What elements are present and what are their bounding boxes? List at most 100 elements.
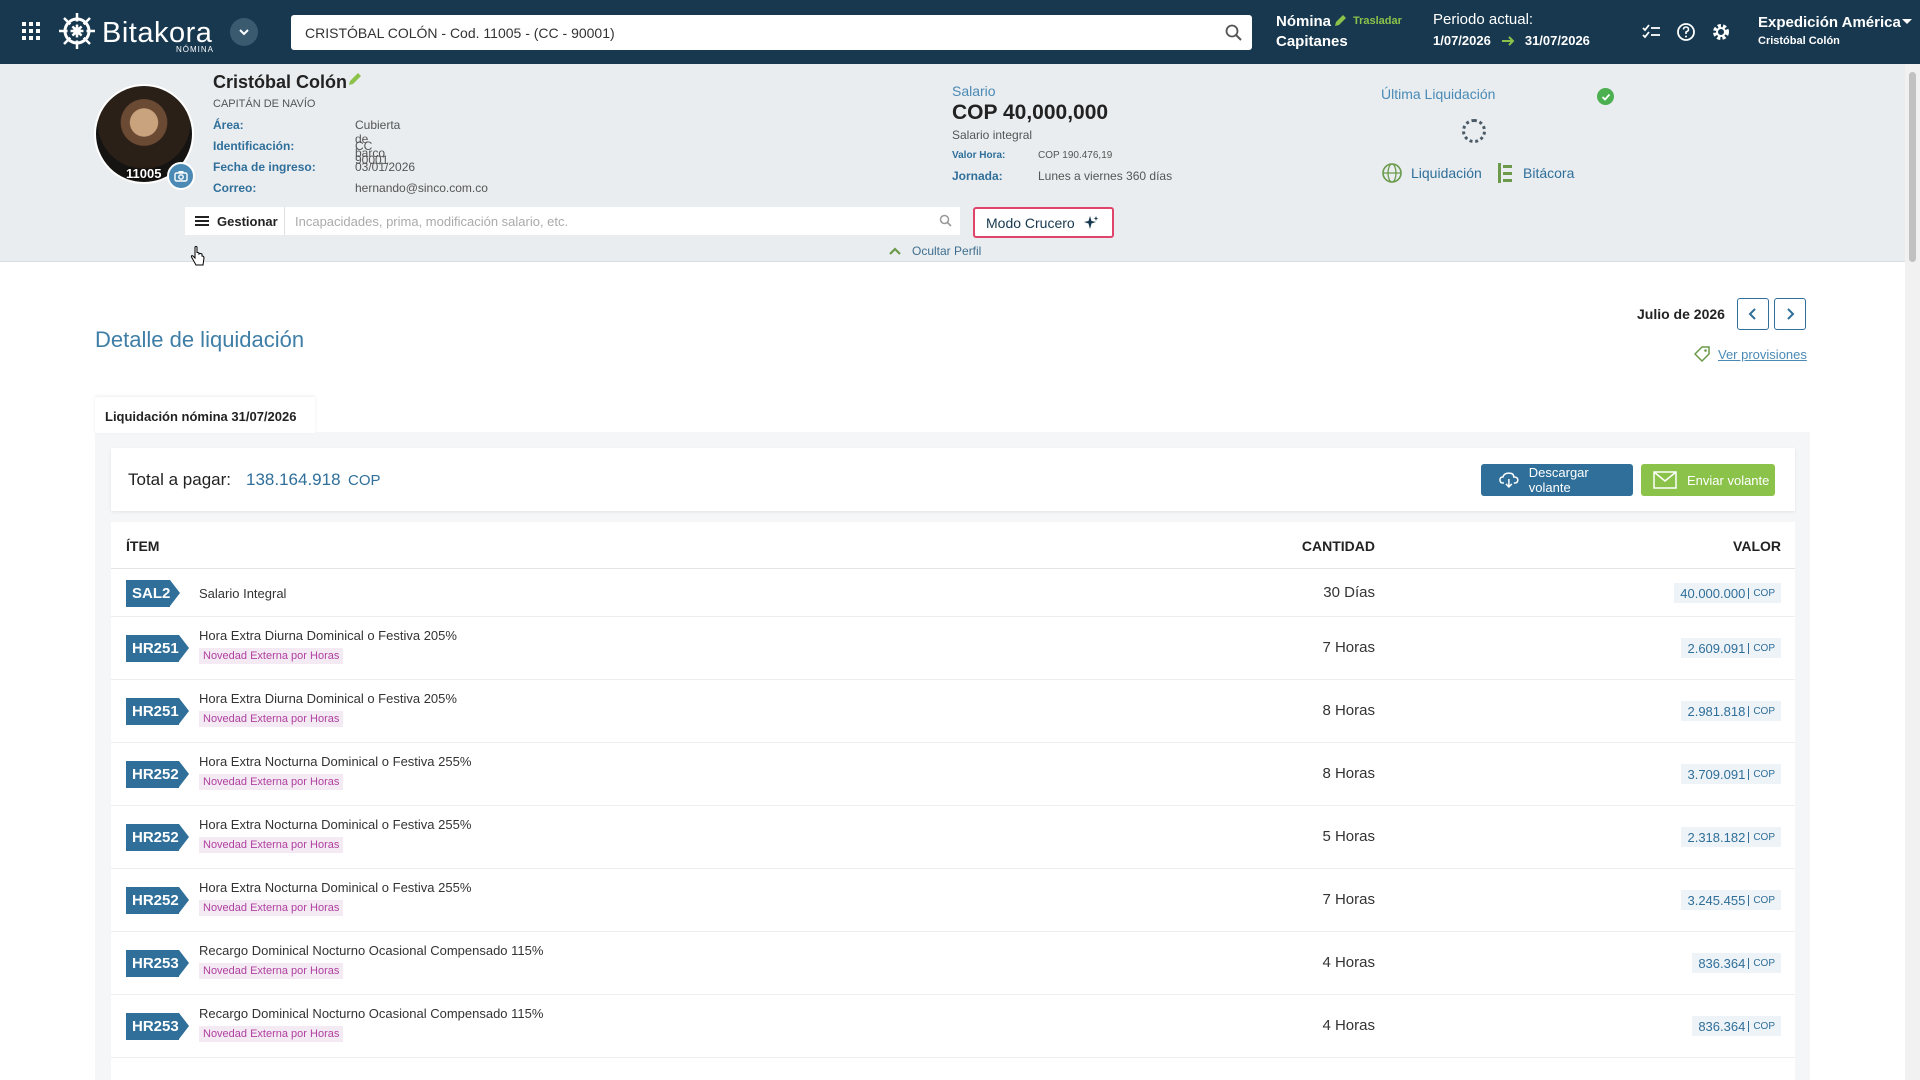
field-label: Correo:	[213, 181, 257, 195]
prev-month-button[interactable]	[1737, 298, 1769, 330]
search-icon[interactable]	[1225, 24, 1242, 41]
help-icon[interactable]	[1676, 22, 1696, 42]
jornada: Jornada: Lunes a viernes 360 días	[952, 169, 1172, 183]
enviar-label: Enviar volante	[1687, 472, 1770, 488]
chevron-right-icon	[1787, 308, 1795, 320]
valor-hora-value: COP 190.476,19	[1038, 150, 1113, 161]
table-row[interactable]: HR252 Hora Extra Nocturna Dominical o Fes…	[111, 806, 1795, 869]
total-label: Total a pagar:	[128, 470, 232, 489]
salario-label: Salario	[952, 83, 996, 99]
item-tag: Novedad Externa por Horas	[199, 837, 344, 853]
item-quantity: 30 Días	[1323, 584, 1375, 601]
ocultar-perfil-toggle[interactable]: Ocultar Perfil	[888, 244, 981, 258]
gestionar-button[interactable]: Gestionar	[185, 207, 285, 235]
employee-role: CAPITÁN DE NAVÍO	[213, 98, 316, 110]
amount-currency: COP	[1748, 642, 1775, 654]
page-scrollbar[interactable]	[1905, 64, 1920, 1080]
item-tag: Novedad Externa por Horas	[199, 711, 344, 727]
next-month-button[interactable]	[1774, 298, 1806, 330]
employee-search-input[interactable]: CRISTÓBAL COLÓN - Cod. 11005 - (CC - 900…	[291, 15, 1252, 50]
item-amount: 2.981.818 COP	[1681, 701, 1781, 721]
module-subname: Capitanes	[1276, 33, 1348, 50]
pointer-cursor-icon	[190, 246, 205, 266]
item-description: Hora Extra Diurna Dominical o Festiva 20…	[199, 628, 457, 643]
amount-currency: COP	[1748, 705, 1775, 717]
field-label: Identificación:	[213, 139, 295, 153]
item-amount: 3.709.091 COP	[1681, 764, 1781, 784]
gestionar-search-input[interactable]: Incapacidades, prima, modificación salar…	[285, 207, 960, 235]
trasladar-button[interactable]: Trasladar	[1334, 14, 1402, 27]
periodo-actual: Periodo actual: 1/07/2026 31/07/2026	[1433, 11, 1590, 48]
field-label: Fecha de ingreso:	[213, 160, 316, 174]
table-row[interactable]: HR251 Hora Extra Diurna Dominical o Festi…	[111, 680, 1795, 743]
table-row[interactable]: HR253 Recargo Dominical Nocturno Ocasiona…	[111, 932, 1795, 995]
column-header-cantidad: CANTIDAD	[1301, 538, 1375, 554]
descargar-volante-button[interactable]: Descargar volante	[1481, 464, 1633, 496]
table-row[interactable]: SAL2 Salario Integral 30 Días 40.000.000 COP	[111, 569, 1795, 617]
ver-provisiones-label: Ver provisiones	[1718, 346, 1807, 362]
amount-value: 2.609.091	[1687, 640, 1746, 656]
change-photo-button[interactable]	[167, 162, 195, 190]
item-code: HR252	[126, 761, 189, 788]
bitacora-link[interactable]: Bitácora	[1497, 162, 1574, 184]
app-logo[interactable]: Bitakora NÓMINA	[58, 10, 218, 54]
ocultar-label: Ocultar Perfil	[912, 244, 982, 258]
amount-currency: COP	[1748, 768, 1775, 780]
amount-currency: COP	[1748, 957, 1775, 969]
amount-value: 836.364	[1698, 955, 1746, 971]
table-row[interactable]: HR251 Hora Extra Diurna Dominical o Festi…	[111, 617, 1795, 680]
check-circle-icon	[1597, 88, 1614, 105]
employee-code: 11005	[126, 166, 162, 181]
amount-value: 3.245.455	[1687, 892, 1746, 908]
item-amount: 836.364 COP	[1692, 953, 1781, 973]
item-description: Recargo Dominical Nocturno Ocasional Com…	[199, 943, 544, 958]
descargar-label: Descargar volante	[1528, 465, 1589, 495]
gear-icon[interactable]	[1711, 22, 1731, 42]
item-description: Hora Extra Nocturna Dominical o Festiva …	[199, 817, 472, 832]
modo-crucero-button[interactable]: Modo Crucero	[973, 207, 1114, 238]
item-code: HR251	[126, 698, 189, 725]
amount-currency: COP	[1748, 831, 1775, 843]
arrow-right-icon	[1501, 35, 1515, 46]
tab-liquidacion[interactable]: Liquidación nómina 31/07/2026	[95, 397, 315, 433]
user-name: Cristóbal Colón	[1758, 35, 1840, 47]
apps-grid-icon[interactable]	[22, 22, 40, 40]
valor-hora-label: Valor Hora:	[952, 150, 1006, 161]
amount-currency: COP	[1748, 587, 1775, 599]
table-row[interactable]: HR253 Recargo Dominical Nocturno Ocasiona…	[111, 995, 1795, 1058]
list-tree-icon	[1498, 163, 1512, 183]
item-code: HR253	[126, 1013, 189, 1040]
caret-down-icon	[1902, 19, 1912, 24]
item-code: HR253	[126, 950, 189, 977]
item-description: Hora Extra Nocturna Dominical o Festiva …	[199, 754, 472, 769]
item-quantity: 7 Horas	[1322, 891, 1375, 908]
scrollbar-thumb[interactable]	[1909, 72, 1916, 262]
field-label: Área:	[213, 118, 244, 132]
enviar-volante-button[interactable]: Enviar volante	[1641, 464, 1775, 496]
bitacora-label: Bitácora	[1523, 165, 1575, 181]
periodo-label: Periodo actual:	[1433, 11, 1534, 28]
search-value: CRISTÓBAL COLÓN - Cod. 11005 - (CC - 900…	[305, 25, 615, 41]
item-amount: 2.609.091 COP	[1681, 638, 1781, 658]
tag-icon	[1694, 346, 1710, 362]
logo-subtitle: NÓMINA	[176, 45, 214, 54]
item-amount: 40.000.000 COP	[1674, 583, 1781, 603]
item-quantity: 8 Horas	[1322, 765, 1375, 782]
amount-value: 2.981.818	[1687, 703, 1746, 719]
edit-pencil-icon[interactable]	[348, 72, 362, 86]
liquidacion-link[interactable]: Liquidación	[1381, 162, 1482, 184]
item-amount: 836.364 COP	[1692, 1016, 1781, 1036]
amount-value: 3.709.091	[1687, 766, 1746, 782]
company-menu[interactable]: Expedición América Cristóbal Colón	[1758, 14, 1912, 47]
chevron-up-icon	[889, 247, 901, 255]
liquidacion-label: Liquidación	[1411, 165, 1482, 181]
item-description: Recargo Dominical Nocturno Ocasional Com…	[199, 1006, 544, 1021]
loading-spinner-icon	[1462, 119, 1486, 143]
table-row[interactable]: HR252 Hora Extra Nocturna Dominical o Fes…	[111, 743, 1795, 806]
ver-provisiones-link[interactable]: Ver provisiones	[1694, 346, 1807, 362]
search-icon[interactable]	[939, 214, 952, 227]
module-switcher-button[interactable]	[230, 18, 258, 46]
table-row[interactable]: HR252 Hora Extra Nocturna Dominical o Fes…	[111, 869, 1795, 932]
task-check-icon[interactable]	[1641, 22, 1661, 42]
jornada-value: Lunes a viernes 360 días	[1038, 169, 1173, 183]
